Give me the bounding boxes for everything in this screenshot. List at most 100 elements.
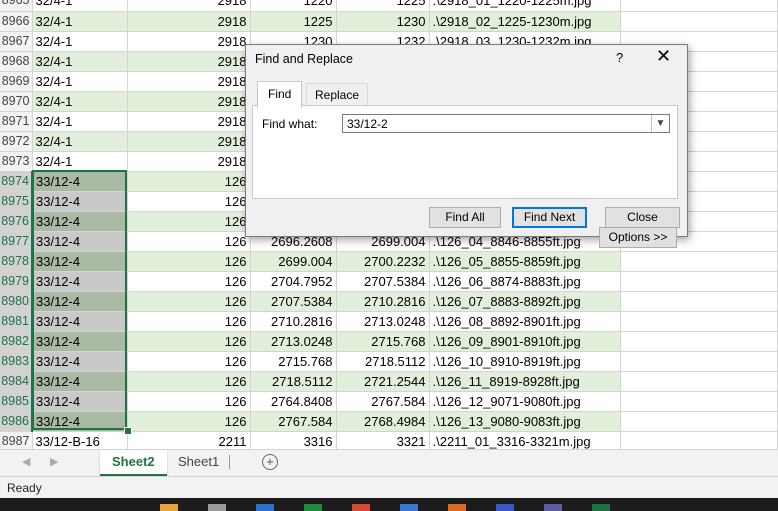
cell-b[interactable]: 126 — [127, 371, 251, 392]
cell-a[interactable]: 32/4-1 — [32, 11, 128, 32]
cell-c[interactable]: 2715.768 — [250, 351, 337, 372]
row-header[interactable]: 8972 — [0, 131, 33, 152]
row-header[interactable]: 8986 — [0, 411, 33, 432]
find-all-button[interactable]: Find All — [429, 207, 501, 228]
cell-c[interactable]: 2704.7952 — [250, 271, 337, 292]
cell-b[interactable]: 2918 — [127, 91, 251, 112]
cell-a[interactable]: 33/12-4 — [32, 311, 128, 332]
cell-a[interactable]: 33/12-4 — [32, 231, 128, 252]
cell-b[interactable]: 126 — [127, 231, 251, 252]
cell-a[interactable]: 33/12-4 — [32, 211, 128, 232]
row-header[interactable]: 8984 — [0, 371, 33, 392]
row-header[interactable]: 8966 — [0, 11, 33, 32]
cell-a[interactable]: 33/12-4 — [32, 351, 128, 372]
cell-b[interactable]: 2918 — [127, 0, 251, 12]
cell-f[interactable] — [620, 11, 778, 32]
row-header[interactable]: 8987 — [0, 431, 33, 452]
cell-f[interactable] — [620, 311, 778, 332]
cell-a[interactable]: 33/12-4 — [32, 271, 128, 292]
taskbar-app-icon[interactable] — [208, 504, 226, 511]
cell-a[interactable]: 32/4-1 — [32, 111, 128, 132]
row-header[interactable]: 8977 — [0, 231, 33, 252]
cell-f[interactable] — [620, 411, 778, 432]
row-header[interactable]: 8965 — [0, 0, 33, 12]
taskbar-app-icon[interactable] — [592, 504, 610, 511]
cell-b[interactable]: 2918 — [127, 31, 251, 52]
cell-b[interactable]: 126 — [127, 211, 251, 232]
tab-scroll-left-icon[interactable]: ◀ — [22, 455, 30, 468]
cell-d[interactable]: 2700.2232 — [336, 251, 430, 272]
cell-c[interactable]: 1220 — [250, 0, 337, 12]
cell-d[interactable]: 2715.768 — [336, 331, 430, 352]
row-header[interactable]: 8971 — [0, 111, 33, 132]
cell-d[interactable]: 2721.2544 — [336, 371, 430, 392]
add-sheet-icon[interactable]: + — [262, 454, 278, 470]
cell-a[interactable]: 33/12-4 — [32, 331, 128, 352]
fill-handle[interactable] — [124, 427, 132, 435]
tab-replace[interactable]: Replace — [306, 83, 369, 106]
tab-scroll-right-icon[interactable]: ▶ — [50, 455, 58, 468]
cell-e[interactable]: .\126_12_9071-9080ft.jpg — [429, 391, 621, 412]
find-what-input[interactable]: 33/12-2 ▼ — [342, 114, 670, 133]
cell-d[interactable]: 1230 — [336, 11, 430, 32]
cell-d[interactable]: 2768.4984 — [336, 411, 430, 432]
row-header[interactable]: 8970 — [0, 91, 33, 112]
cell-a[interactable]: 32/4-1 — [32, 71, 128, 92]
find-next-button[interactable]: Find Next — [512, 207, 587, 228]
cell-b[interactable]: 126 — [127, 271, 251, 292]
cell-a[interactable]: 32/4-1 — [32, 0, 128, 12]
row-header[interactable]: 8974 — [0, 171, 33, 192]
cell-a[interactable]: 33/12-4 — [32, 171, 128, 192]
cell-c[interactable]: 2767.584 — [250, 411, 337, 432]
row-header[interactable]: 8973 — [0, 151, 33, 172]
cell-f[interactable] — [620, 431, 778, 452]
sheet-tab-other[interactable]: Sheet1 — [166, 450, 231, 474]
cell-f[interactable] — [620, 351, 778, 372]
row-header[interactable]: 8983 — [0, 351, 33, 372]
cell-a[interactable]: 32/4-1 — [32, 91, 128, 112]
row-header[interactable]: 8985 — [0, 391, 33, 412]
cell-b[interactable]: 126 — [127, 311, 251, 332]
cell-e[interactable]: .\2918_01_1220-1225m.jpg — [429, 0, 621, 12]
cell-d[interactable]: 2713.0248 — [336, 311, 430, 332]
cell-b[interactable]: 2918 — [127, 111, 251, 132]
cell-e[interactable]: .\126_07_8883-8892ft.jpg — [429, 291, 621, 312]
cell-d[interactable]: 2767.584 — [336, 391, 430, 412]
row-header[interactable]: 8975 — [0, 191, 33, 212]
cell-f[interactable] — [620, 251, 778, 272]
cell-c[interactable]: 2764.8408 — [250, 391, 337, 412]
cell-a[interactable]: 32/4-1 — [32, 51, 128, 72]
close-icon[interactable]: ✕ — [656, 47, 671, 65]
cell-b[interactable]: 126 — [127, 191, 251, 212]
taskbar-app-icon[interactable] — [544, 504, 562, 511]
row-header[interactable]: 8969 — [0, 71, 33, 92]
cell-a[interactable]: 33/12-4 — [32, 191, 128, 212]
options-button[interactable]: Options >> — [599, 227, 677, 248]
cell-b[interactable]: 126 — [127, 351, 251, 372]
cell-e[interactable]: .\126_13_9080-9083ft.jpg — [429, 411, 621, 432]
cell-c[interactable]: 2718.5112 — [250, 371, 337, 392]
cell-a[interactable]: 32/4-1 — [32, 151, 128, 172]
close-button[interactable]: Close — [605, 207, 680, 228]
row-header[interactable]: 8978 — [0, 251, 33, 272]
cell-b[interactable]: 126 — [127, 291, 251, 312]
taskbar-app-icon[interactable] — [352, 504, 370, 511]
cell-e[interactable]: .\126_06_8874-8883ft.jpg — [429, 271, 621, 292]
cell-b[interactable]: 126 — [127, 251, 251, 272]
cell-e[interactable]: .\126_10_8910-8919ft.jpg — [429, 351, 621, 372]
cell-d[interactable]: 1225 — [336, 0, 430, 12]
cell-b[interactable]: 126 — [127, 331, 251, 352]
cell-a[interactable]: 32/4-1 — [32, 31, 128, 52]
taskbar-app-icon[interactable] — [400, 504, 418, 511]
cell-e[interactable]: .\126_05_8855-8859ft.jpg — [429, 251, 621, 272]
tab-find[interactable]: Find — [257, 81, 303, 108]
row-header[interactable]: 8976 — [0, 211, 33, 232]
cell-a[interactable]: 33/12-4 — [32, 391, 128, 412]
cell-b[interactable]: 2918 — [127, 131, 251, 152]
taskbar-app-icon[interactable] — [496, 504, 514, 511]
sheet-tab-active[interactable]: Sheet2 — [100, 450, 167, 477]
cell-a[interactable]: 33/12-4 — [32, 291, 128, 312]
cell-d[interactable]: 3321 — [336, 431, 430, 452]
cell-a[interactable]: 33/12-4 — [32, 251, 128, 272]
cell-f[interactable] — [620, 331, 778, 352]
